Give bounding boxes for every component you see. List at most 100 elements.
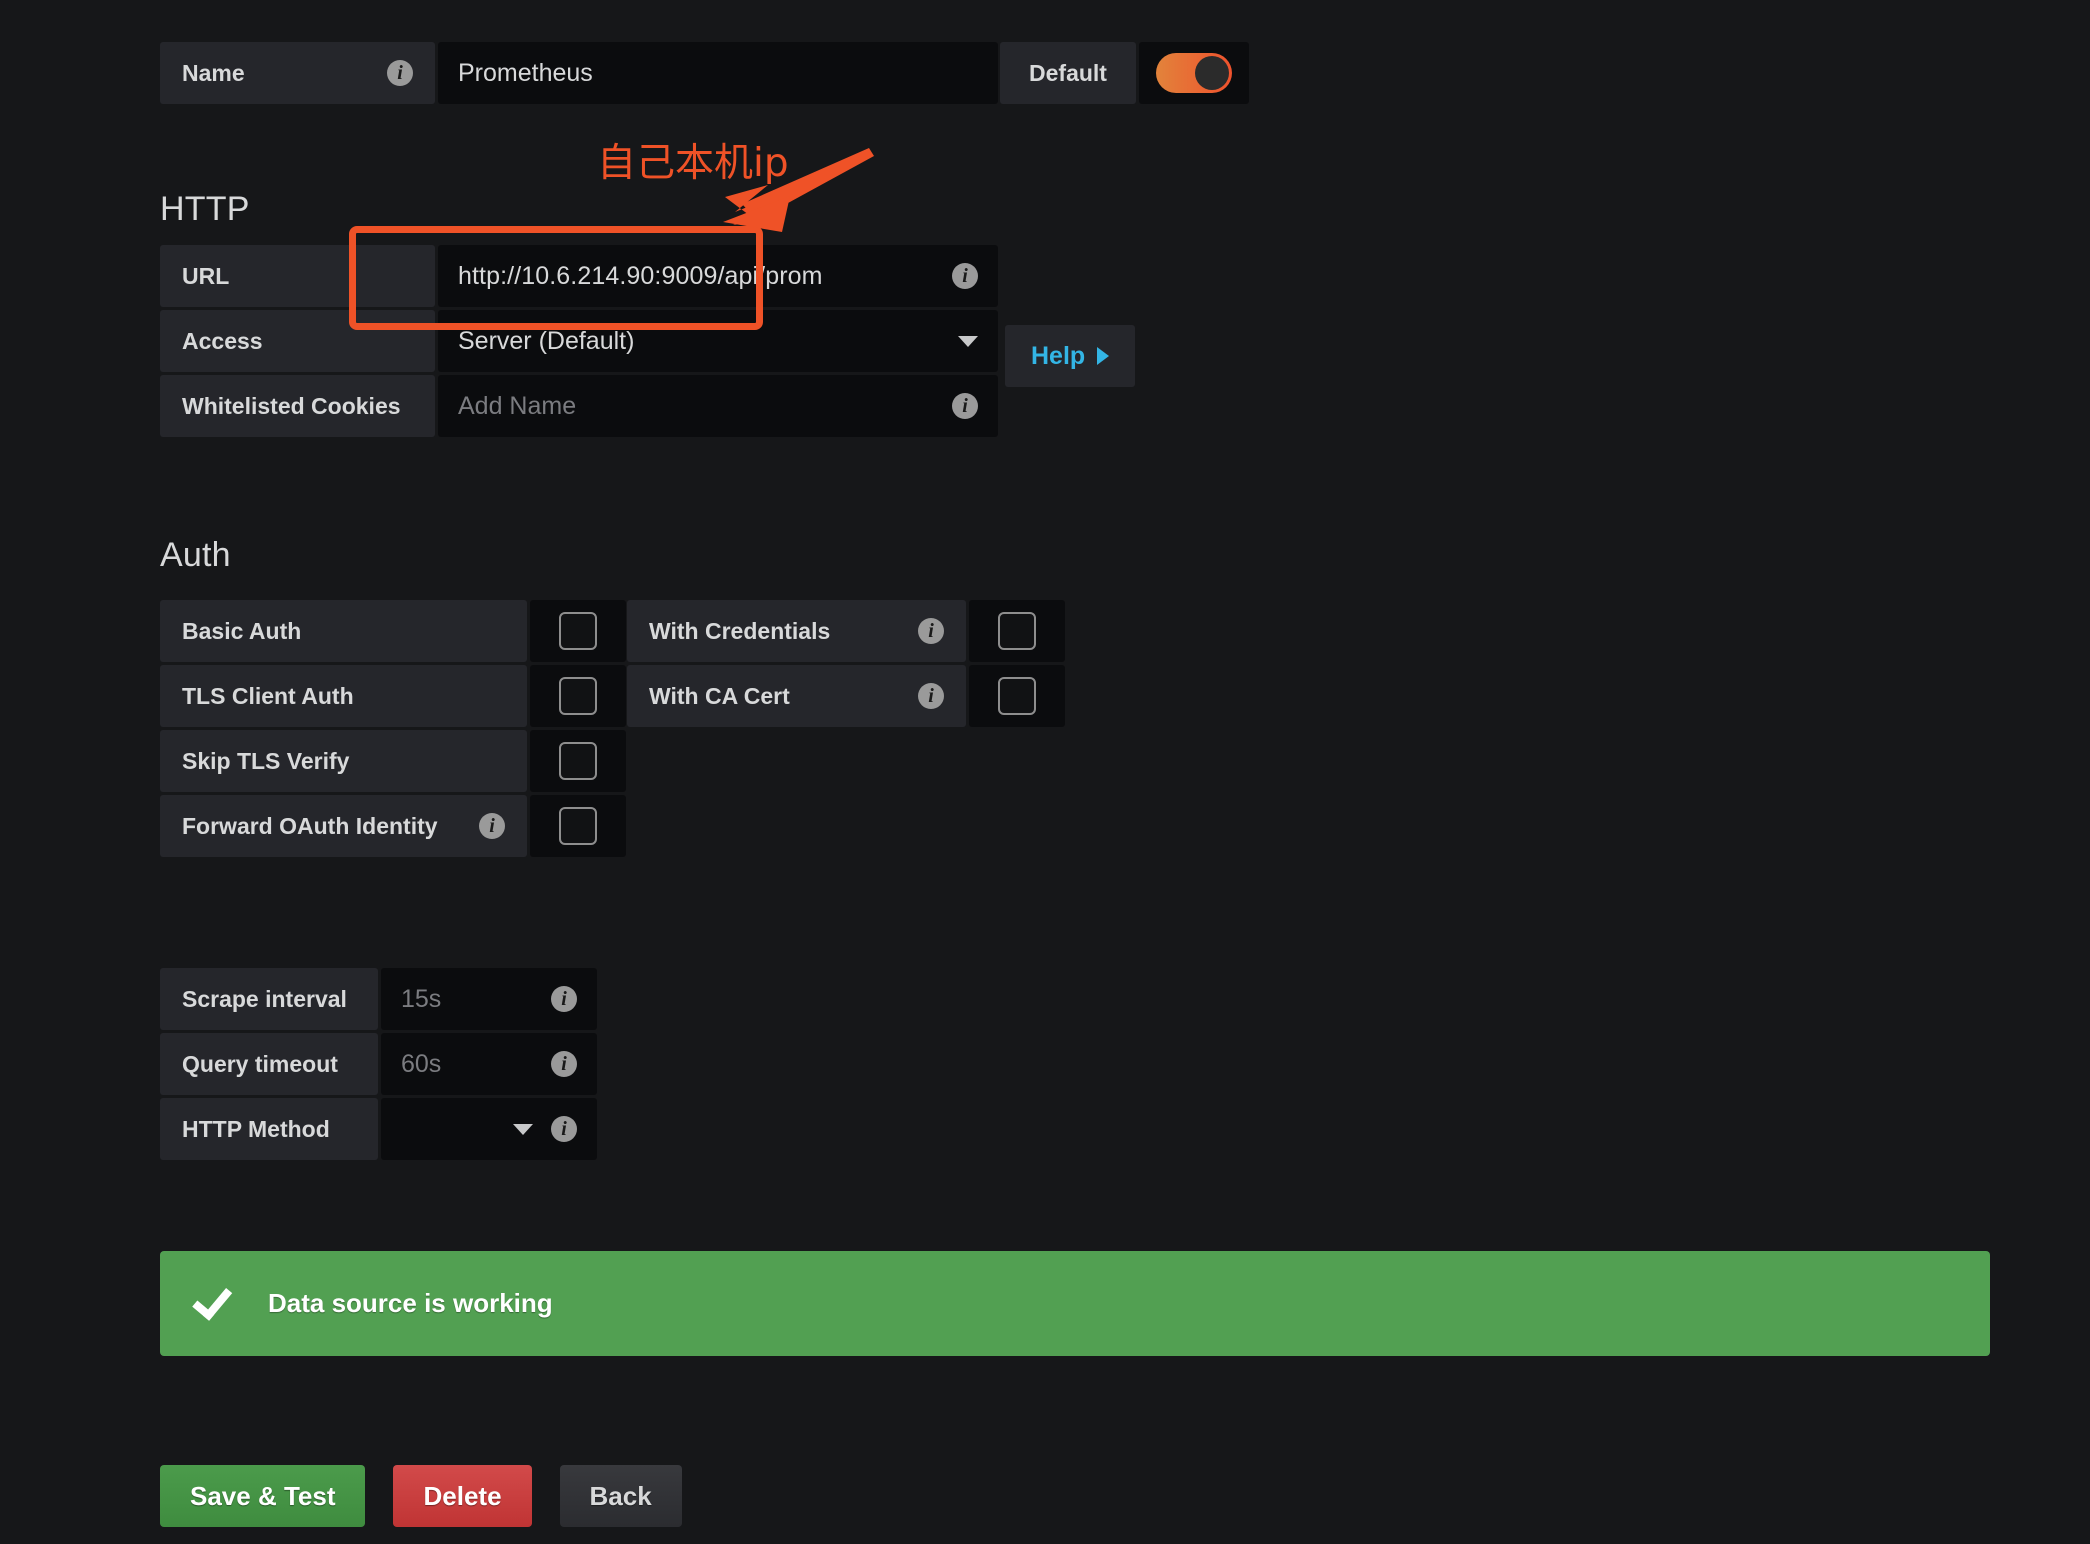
save-test-button[interactable]: Save & Test <box>160 1465 366 1527</box>
url-input-value: http://10.6.214.90:9009/api/prom <box>458 261 823 290</box>
chevron-down-icon[interactable] <box>513 1123 533 1135</box>
whitelisted-cookies-input[interactable]: Add Name i <box>438 375 998 437</box>
with-ca-cert-row: With CA Cert i <box>627 665 1065 727</box>
scrape-interval-input[interactable]: 15s i <box>381 968 597 1030</box>
query-timeout-label-text: Query timeout <box>182 1050 338 1077</box>
skip-tls-verify-row: Skip TLS Verify <box>160 730 626 792</box>
tls-client-auth-checkbox[interactable] <box>559 677 597 715</box>
name-label-text: Name <box>182 59 245 86</box>
arrow-pointing-down-left-icon <box>725 155 875 225</box>
url-label: URL <box>160 245 435 307</box>
annotation-text: 自己本机ip <box>597 141 789 186</box>
info-icon[interactable]: i <box>952 393 978 419</box>
scrape-interval-label: Scrape interval <box>160 968 378 1030</box>
with-ca-cert-checkbox[interactable] <box>998 677 1036 715</box>
with-credentials-label-text: With Credentials <box>649 617 831 644</box>
access-select[interactable]: Server (Default) <box>438 310 998 372</box>
back-button[interactable]: Back <box>559 1465 682 1527</box>
with-credentials-row: With Credentials i <box>627 600 1065 662</box>
forward-oauth-identity-label-text: Forward OAuth Identity <box>182 812 438 839</box>
tls-client-auth-label-text: TLS Client Auth <box>182 682 354 709</box>
http-method-label-text: HTTP Method <box>182 1115 330 1142</box>
status-banner: Data source is working <box>160 1251 1990 1356</box>
query-timeout-placeholder: 60s <box>401 1049 442 1078</box>
basic-auth-label-text: Basic Auth <box>182 617 302 644</box>
default-toggle[interactable] <box>1156 53 1232 93</box>
access-label: Access <box>160 310 435 372</box>
info-icon[interactable]: i <box>551 1051 577 1077</box>
whitelisted-cookies-label-text: Whitelisted Cookies <box>182 392 401 419</box>
info-icon[interactable]: i <box>387 60 413 86</box>
scrape-interval-placeholder: 15s <box>401 984 442 1013</box>
with-credentials-checkbox-wrap[interactable] <box>969 600 1065 662</box>
check-icon <box>192 1278 233 1321</box>
access-row: Access Server (Default) <box>160 310 998 372</box>
datasource-settings-page: Name i Prometheus Default HTTP URL http:… <box>0 0 2090 1544</box>
info-icon[interactable]: i <box>479 813 505 839</box>
forward-oauth-identity-checkbox-wrap[interactable] <box>530 795 626 857</box>
access-select-value: Server (Default) <box>458 326 635 355</box>
query-timeout-row: Query timeout 60s i <box>160 1033 597 1095</box>
status-banner-message: Data source is working <box>268 1288 553 1318</box>
info-icon[interactable]: i <box>952 263 978 289</box>
default-label: Default <box>1000 42 1136 104</box>
basic-auth-row: Basic Auth <box>160 600 626 662</box>
with-credentials-label: With Credentials i <box>627 600 966 662</box>
name-input-value: Prometheus <box>458 58 593 87</box>
scrape-interval-row: Scrape interval 15s i <box>160 968 597 1030</box>
button-bar: Save & Test Delete Back <box>160 1465 682 1527</box>
http-rows: URL http://10.6.214.90:9009/api/prom i A… <box>160 245 998 440</box>
caret-right-icon <box>1097 347 1110 365</box>
url-input[interactable]: http://10.6.214.90:9009/api/prom i <box>438 245 998 307</box>
skip-tls-verify-checkbox-wrap[interactable] <box>530 730 626 792</box>
auth-left-column: Basic Auth TLS Client Auth Skip TLS Veri… <box>160 600 626 860</box>
name-input[interactable]: Prometheus <box>438 42 998 104</box>
with-ca-cert-label-text: With CA Cert <box>649 682 790 709</box>
toggle-knob <box>1195 56 1229 90</box>
url-row: URL http://10.6.214.90:9009/api/prom i <box>160 245 998 307</box>
scrape-interval-label-text: Scrape interval <box>182 985 347 1012</box>
basic-auth-label: Basic Auth <box>160 600 527 662</box>
http-section-title: HTTP <box>160 190 250 228</box>
help-button[interactable]: Help <box>1005 325 1136 387</box>
whitelisted-cookies-placeholder: Add Name <box>458 391 577 420</box>
default-toggle-wrap[interactable] <box>1139 42 1249 104</box>
skip-tls-verify-checkbox[interactable] <box>559 742 597 780</box>
skip-tls-verify-label: Skip TLS Verify <box>160 730 527 792</box>
tls-client-auth-label: TLS Client Auth <box>160 665 527 727</box>
forward-oauth-identity-checkbox[interactable] <box>559 807 597 845</box>
query-timeout-label: Query timeout <box>160 1033 378 1095</box>
intervals-section: Scrape interval 15s i Query timeout 60s … <box>160 968 597 1163</box>
with-ca-cert-label: With CA Cert i <box>627 665 966 727</box>
info-icon[interactable]: i <box>918 618 944 644</box>
info-icon[interactable]: i <box>918 683 944 709</box>
basic-auth-checkbox-wrap[interactable] <box>530 600 626 662</box>
tls-client-auth-row: TLS Client Auth <box>160 665 626 727</box>
forward-oauth-identity-row: Forward OAuth Identity i <box>160 795 626 857</box>
name-label: Name i <box>160 42 435 104</box>
chevron-down-icon[interactable] <box>958 335 978 347</box>
tls-client-auth-checkbox-wrap[interactable] <box>530 665 626 727</box>
default-label-text: Default <box>1029 59 1107 86</box>
info-icon[interactable]: i <box>551 986 577 1012</box>
with-ca-cert-checkbox-wrap[interactable] <box>969 665 1065 727</box>
url-label-text: URL <box>182 262 230 289</box>
name-row: Name i Prometheus <box>160 42 998 104</box>
access-label-text: Access <box>182 327 263 354</box>
whitelisted-cookies-row: Whitelisted Cookies Add Name i <box>160 375 998 437</box>
query-timeout-input[interactable]: 60s i <box>381 1033 597 1095</box>
forward-oauth-identity-label: Forward OAuth Identity i <box>160 795 527 857</box>
basic-auth-checkbox[interactable] <box>559 612 597 650</box>
help-button-label: Help <box>1031 341 1086 370</box>
http-method-row: HTTP Method i <box>160 1098 597 1160</box>
info-icon[interactable]: i <box>551 1116 577 1142</box>
auth-right-column: With Credentials i With CA Cert i <box>627 600 1065 730</box>
http-method-select[interactable]: i <box>381 1098 597 1160</box>
whitelisted-cookies-label: Whitelisted Cookies <box>160 375 435 437</box>
default-toggle-group: Default <box>1000 42 1249 104</box>
skip-tls-verify-label-text: Skip TLS Verify <box>182 747 350 774</box>
with-credentials-checkbox[interactable] <box>998 612 1036 650</box>
http-method-label: HTTP Method <box>160 1098 378 1160</box>
auth-section-title: Auth <box>160 536 231 574</box>
delete-button[interactable]: Delete <box>393 1465 532 1527</box>
